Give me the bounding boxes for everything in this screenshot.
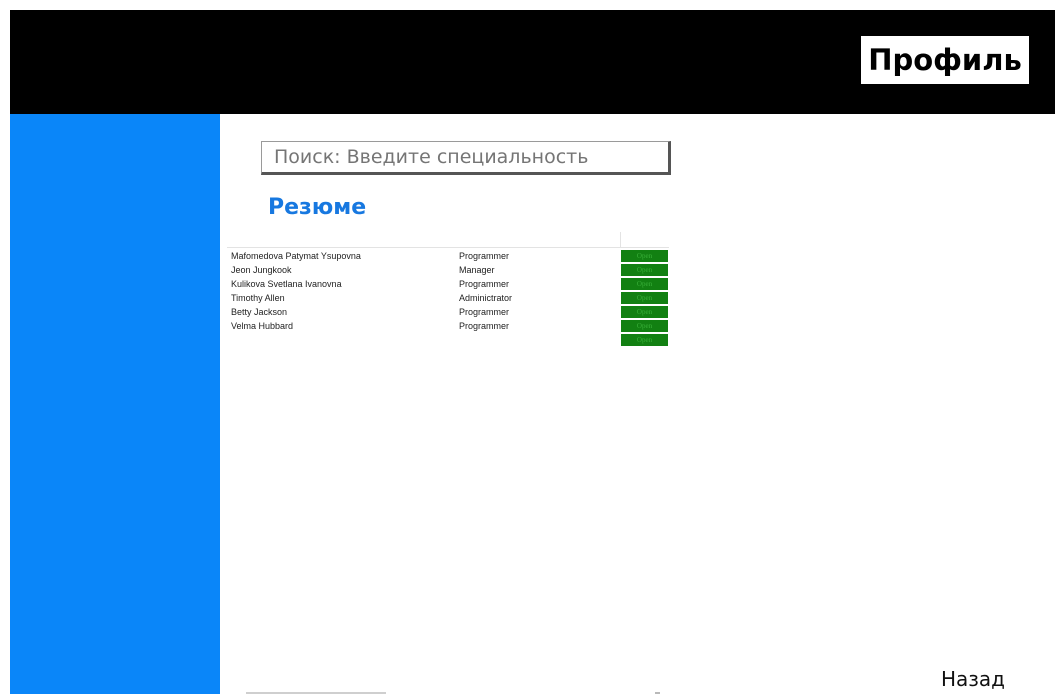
open-button[interactable]: Open xyxy=(621,250,668,262)
search-input[interactable] xyxy=(262,142,668,172)
table-row: Timothy Allen Adminictrator Open xyxy=(227,291,669,305)
candidate-position: Programmer xyxy=(459,321,510,331)
candidate-name: Jeon Jungkook xyxy=(231,265,292,275)
action-column-header xyxy=(620,232,669,248)
search-box[interactable] xyxy=(261,141,671,175)
table-header xyxy=(227,232,669,248)
resume-title: Резюме xyxy=(268,195,367,220)
candidate-name: Betty Jackson xyxy=(231,307,288,317)
candidate-position xyxy=(459,333,609,347)
table-row: Jeon Jungkook Manager Open xyxy=(227,263,669,277)
candidate-position: Programmer xyxy=(459,307,510,317)
screen-frame: Профиль Резюме Mafomedova Patymat Ysupov… xyxy=(0,0,1055,694)
open-button[interactable]: Open xyxy=(621,278,668,290)
open-button[interactable]: Open xyxy=(621,264,668,276)
table-row: Mafomedova Patymat Ysupovna Programmer O… xyxy=(227,249,669,263)
candidate-name: Mafomedova Patymat Ysupovna xyxy=(231,251,361,261)
open-button[interactable]: Open xyxy=(621,334,668,346)
open-button[interactable]: Open xyxy=(621,292,668,304)
table-row: Betty Jackson Programmer Open xyxy=(227,305,669,319)
open-button[interactable]: Open xyxy=(621,320,668,332)
candidate-name: Timothy Allen xyxy=(231,293,285,303)
table-row: Velma Hubbard Programmer Open xyxy=(227,319,669,333)
app-window: Профиль Резюме Mafomedova Patymat Ysupov… xyxy=(10,10,1055,694)
candidate-name xyxy=(231,333,451,347)
top-header: Профиль xyxy=(10,10,1055,114)
left-sidebar xyxy=(10,114,220,694)
open-button[interactable]: Open xyxy=(621,306,668,318)
candidate-name: Velma Hubbard xyxy=(231,321,294,331)
table-row: Kulikova Svetlana Ivanovna Programmer Op… xyxy=(227,277,669,291)
table-row: Open xyxy=(227,333,669,347)
candidate-position: Manager xyxy=(459,265,495,275)
profile-button[interactable]: Профиль xyxy=(861,36,1029,84)
resume-table: Mafomedova Patymat Ysupovna Programmer O… xyxy=(227,232,669,348)
candidate-position: Programmer xyxy=(459,279,510,289)
candidate-position: Adminictrator xyxy=(459,293,513,303)
back-button[interactable]: Назад xyxy=(941,665,1041,693)
candidate-name: Kulikova Svetlana Ivanovna xyxy=(231,279,342,289)
candidate-position: Programmer xyxy=(459,251,510,261)
